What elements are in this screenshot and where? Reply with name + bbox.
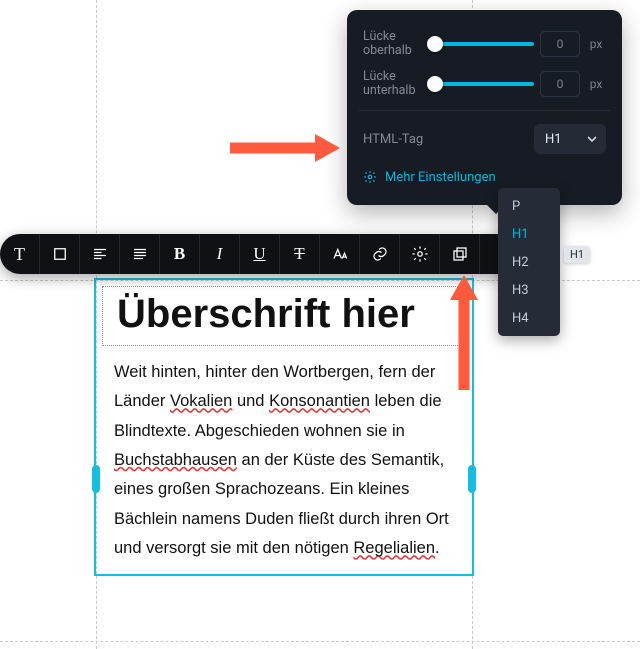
toolbar-settings[interactable] [400, 234, 440, 274]
body-paragraph[interactable]: Weit hinten, hinter den Wortbergen, fern… [96, 358, 472, 564]
toolbar-box[interactable] [40, 234, 80, 274]
panel-separator [359, 110, 610, 111]
align-left-icon [91, 245, 109, 263]
gap-above-row: Lücke oberhalb 0 px [363, 24, 606, 64]
spell-error: Buchstabhausen [114, 451, 237, 469]
html-tag-row: HTML-Tag H1 [363, 117, 606, 161]
box-icon [51, 245, 69, 263]
link-icon [371, 245, 389, 263]
resize-handle-left[interactable] [92, 465, 100, 493]
dropdown-item-h4[interactable]: H4 [498, 304, 560, 332]
gap-below-value[interactable]: 0 [540, 71, 580, 97]
body-span: . [435, 539, 440, 557]
toolbar-align-justify[interactable] [120, 234, 160, 274]
gap-below-label: Lücke unterhalb [363, 70, 435, 99]
heading-wrap[interactable]: Überschrift hier [102, 286, 466, 346]
dropdown-item-h3[interactable]: H3 [498, 276, 560, 304]
resize-handle-right[interactable] [468, 465, 476, 493]
html-tag-value: H1 [545, 132, 562, 147]
toolbar-text-type[interactable]: T [0, 234, 40, 274]
toolbar-link[interactable] [360, 234, 400, 274]
toolbar-text-size[interactable] [320, 234, 360, 274]
dropdown-item-h2[interactable]: H2 [498, 248, 560, 276]
gap-below-row: Lücke unterhalb 0 px [363, 64, 606, 104]
settings-panel: Lücke oberhalb 0 px Lücke unterhalb 0 px… [347, 10, 622, 205]
gap-above-value[interactable]: 0 [540, 31, 580, 57]
gap-above-slider[interactable] [435, 42, 534, 46]
gap-above-label: Lücke oberhalb [363, 30, 435, 59]
more-settings-link[interactable]: Mehr Einstellungen [363, 161, 606, 193]
body-span: und [232, 392, 269, 410]
gap-below-slider[interactable] [435, 82, 534, 86]
gear-icon [363, 170, 377, 184]
dropdown-item-h1[interactable]: H1 [498, 220, 560, 248]
gap-above-unit: px [586, 37, 606, 51]
text-size-icon [331, 245, 349, 263]
spell-error: Vokalien [170, 392, 232, 410]
layers-icon [451, 245, 469, 263]
html-tag-label: HTML-Tag [363, 132, 423, 147]
annotation-arrow [220, 128, 340, 168]
html-tag-dropdown: P H1 H2 H3 H4 [498, 188, 560, 336]
text-toolbar: T B I U T [0, 234, 535, 274]
align-justify-icon [131, 245, 149, 263]
html-tag-select[interactable]: H1 [534, 124, 606, 154]
more-settings-label: Mehr Einstellungen [385, 170, 496, 185]
gap-below-unit: px [586, 77, 606, 91]
chevron-down-icon [587, 134, 597, 144]
gear-icon [411, 245, 429, 263]
dropdown-item-p[interactable]: P [498, 192, 560, 220]
spell-error: Konsonantien [269, 392, 370, 410]
annotation-arrow [438, 275, 488, 395]
spell-error: Regelialien [353, 539, 435, 557]
toolbar-layers[interactable] [440, 234, 480, 274]
heading-block[interactable]: Überschrift hier Weit hinten, hinter den… [96, 280, 472, 574]
dropdown-tooltip: H1 [564, 246, 590, 263]
heading-text[interactable]: Überschrift hier [117, 293, 451, 335]
toolbar-bold[interactable]: B [160, 234, 200, 274]
toolbar-underline[interactable]: U [240, 234, 280, 274]
toolbar-align-left[interactable] [80, 234, 120, 274]
toolbar-strikethrough[interactable]: T [280, 234, 320, 274]
toolbar-italic[interactable]: I [200, 234, 240, 274]
